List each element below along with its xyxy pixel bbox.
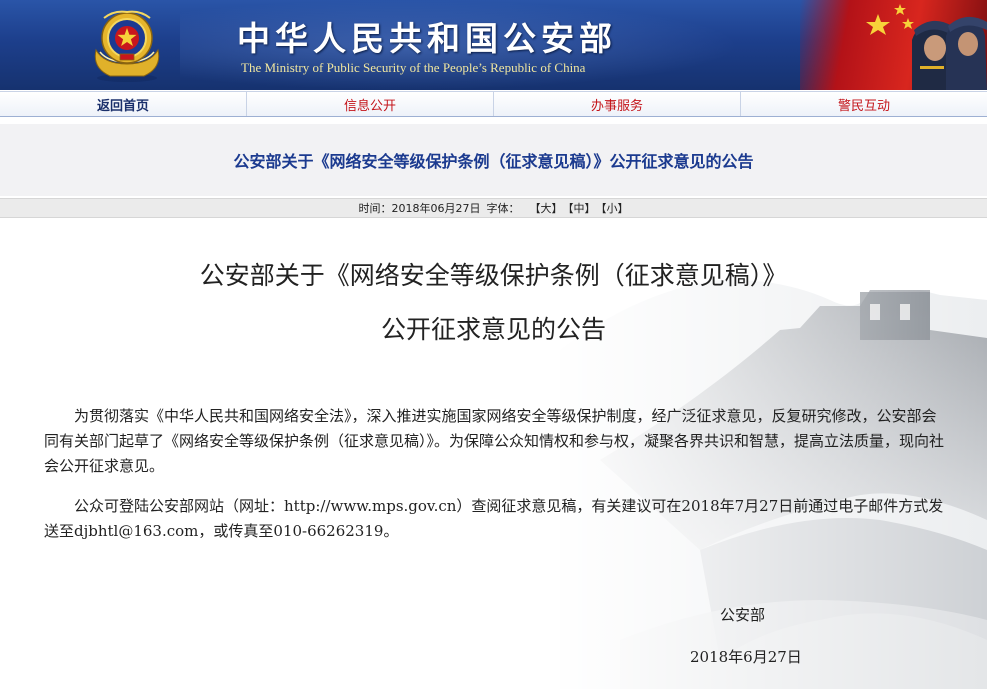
article-paragraph-2: 公众可登陆公安部网站（网址：http://www.mps.gov.cn）查阅征求… [44, 497, 944, 540]
font-large-button[interactable]: 【大】 [530, 200, 563, 216]
article-header-strip: 公安部关于《网络安全等级保护条例（征求意见稿）》公开征求意见的公告 [0, 124, 987, 196]
flag-and-police-image [800, 0, 987, 90]
article-meta-bar: 时间： 2018年06月27日 字体： 【大】 【中】 【小】 [0, 198, 987, 218]
police-emblem-icon [94, 10, 160, 82]
nav-home-link[interactable]: 返回首页 [0, 92, 247, 116]
time-label: 时间： [358, 202, 392, 215]
publish-date: 2018年06月27日 [391, 202, 481, 215]
site-title-chinese: 中华人民共和国公安部 [237, 19, 617, 58]
font-small-button[interactable]: 【小】 [596, 200, 629, 216]
header-banner: 中华人民共和国公安部 The Ministry of Public Securi… [0, 0, 987, 90]
site-title-english: The Ministry of Public Security of the P… [241, 60, 586, 75]
font-medium-button[interactable]: 【中】 [563, 200, 596, 216]
nav-interaction-link[interactable]: 警民互动 [741, 92, 987, 116]
signature-date: 2018年6月27日 [690, 648, 802, 666]
article-content: 公安部关于《网络安全等级保护条例（征求意见稿）》 公开征求意见的公告 为贯彻落实… [0, 220, 987, 689]
strip-title: 公安部关于《网络安全等级保护条例（征求意见稿）》公开征求意见的公告 [233, 152, 754, 171]
font-size-label: 字体： [486, 202, 520, 215]
main-nav: 返回首页 信息公开 办事服务 警民互动 [0, 91, 987, 117]
police-figures-icon [866, 4, 987, 90]
nav-info-disclosure-link[interactable]: 信息公开 [247, 92, 494, 116]
article-paragraph-1: 为贯彻落实《中华人民共和国网络安全法》，深入推进实施国家网络安全等级保护制度，经… [44, 407, 945, 475]
nav-services-link[interactable]: 办事服务 [494, 92, 741, 116]
article-title-line1: 公安部关于《网络安全等级保护条例（征求意见稿）》 [199, 261, 788, 290]
article-title-line2: 公开征求意见的公告 [380, 315, 606, 344]
signature-org: 公安部 [720, 606, 766, 624]
